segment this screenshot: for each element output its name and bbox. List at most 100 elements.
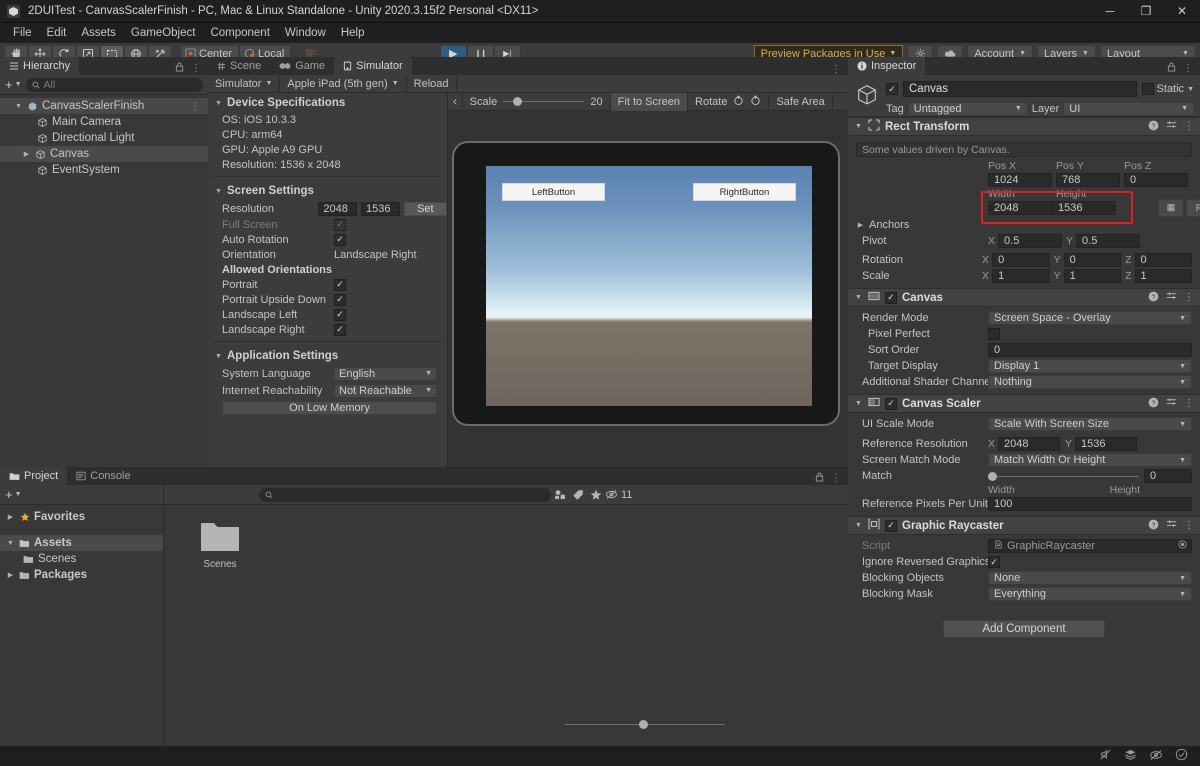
hierarchy-menu-icon[interactable]: ⋮ [191, 63, 201, 74]
gameobject-name-input[interactable]: Canvas [903, 81, 1137, 97]
rotate-cw-icon[interactable] [750, 94, 761, 109]
help-icon[interactable]: ? [1148, 120, 1159, 134]
screen-match-mode-dropdown[interactable]: Match Width Or Height ▼ [988, 453, 1192, 467]
game-left-button[interactable]: LeftButton [502, 183, 605, 201]
asset-zoom-slider[interactable] [565, 718, 725, 730]
blueprint-mode-button[interactable]: ▦ [1158, 198, 1184, 217]
rotate-ccw-icon[interactable] [733, 94, 744, 109]
canvas-scaler-enabled-checkbox[interactable]: ✓ [885, 397, 897, 410]
tab-inspector[interactable]: Inspector [848, 57, 926, 75]
orientation-portrait-upside-checkbox[interactable]: ✓ [334, 293, 346, 306]
mute-audio-icon[interactable] [1099, 748, 1112, 764]
orientation-portrait-checkbox[interactable]: ✓ [334, 278, 346, 291]
tab-console[interactable]: Console [67, 467, 140, 485]
hierarchy-search-input[interactable]: All [25, 77, 203, 92]
target-display-dropdown[interactable]: Display 1 ▼ [988, 359, 1192, 373]
resolution-set-button[interactable]: Set [403, 201, 447, 216]
project-tree-scenes[interactable]: Scenes [0, 551, 163, 567]
scale-slider[interactable] [503, 96, 585, 108]
chevron-right-icon[interactable]: ▶ [22, 150, 31, 158]
canvas-component-header[interactable]: ▼ ✓ Canvas ? ⋮ [848, 288, 1200, 307]
preset-icon[interactable] [1166, 397, 1177, 411]
filter-by-label-icon[interactable] [569, 489, 587, 501]
preset-icon[interactable] [1166, 519, 1177, 533]
rotation-z-input[interactable]: 0 [1134, 253, 1192, 267]
menu-window[interactable]: Window [278, 25, 333, 41]
rect-transform-header[interactable]: ▼ Rect Transform ? ⋮ [848, 117, 1200, 136]
add-component-button[interactable]: Add Component [943, 620, 1105, 638]
sort-order-input[interactable]: 0 [988, 343, 1192, 357]
system-language-dropdown[interactable]: English ▼ [334, 366, 437, 381]
chevron-down-icon[interactable]: ▼ [6, 540, 15, 547]
game-right-button[interactable]: RightButton [693, 183, 796, 201]
orientation-landscape-right-checkbox[interactable]: ✓ [334, 323, 346, 336]
pivot-y-input[interactable]: 0.5 [1076, 234, 1141, 248]
project-lock-icon[interactable] [815, 472, 824, 485]
chevron-down-icon[interactable]: ▼ [854, 294, 863, 301]
preset-icon[interactable] [1166, 291, 1177, 305]
height-input[interactable]: 1536 [1052, 200, 1116, 215]
resolution-height-input[interactable]: 1536 [361, 201, 400, 216]
chevron-down-icon[interactable]: ▼ [854, 400, 863, 407]
tag-dropdown[interactable]: Untagged ▼ [907, 101, 1028, 116]
scale-control[interactable]: Scale 20 [463, 92, 611, 111]
width-input[interactable]: 2048 [988, 200, 1052, 215]
reference-resolution-x-input[interactable]: 2048 [998, 437, 1061, 451]
resolution-width-input[interactable]: 2048 [318, 201, 358, 216]
layers-stack-icon[interactable] [1124, 748, 1137, 764]
create-asset-button[interactable]: + ▼ [5, 487, 22, 502]
pos-x-input[interactable]: 1024 [988, 172, 1052, 187]
maximize-button[interactable]: ❐ [1128, 0, 1164, 23]
rotation-y-input[interactable]: 0 [1063, 253, 1122, 267]
status-ok-icon[interactable] [1175, 748, 1188, 764]
safe-area-toggle[interactable]: Safe Area [769, 92, 833, 111]
favorite-star-icon[interactable] [587, 489, 605, 501]
render-mode-dropdown[interactable]: Screen Space - Overlay ▼ [988, 311, 1192, 325]
anchors-row[interactable]: ▶ Anchors [848, 217, 1200, 233]
help-icon[interactable]: ? [1148, 519, 1159, 533]
tab-simulator[interactable]: Simulator [334, 57, 412, 75]
preset-icon[interactable] [1166, 120, 1177, 134]
component-menu-icon[interactable]: ⋮ [1184, 398, 1194, 409]
tab-scene[interactable]: Scene [208, 57, 271, 75]
chevron-right-icon[interactable]: ▶ [856, 221, 865, 229]
canvas-enabled-checkbox[interactable]: ✓ [885, 291, 897, 304]
help-icon[interactable]: ? [1148, 291, 1159, 305]
scale-y-input[interactable]: 1 [1063, 269, 1122, 283]
close-button[interactable]: ✕ [1164, 0, 1200, 23]
screen-settings-header[interactable]: ▼ Screen Settings [208, 181, 447, 200]
scale-z-input[interactable]: 1 [1134, 269, 1192, 283]
match-slider[interactable] [988, 470, 1138, 482]
chevron-down-icon[interactable]: ▼ [854, 522, 863, 529]
hierarchy-item-eventsystem[interactable]: EventSystem [0, 162, 208, 178]
slider-knob[interactable] [988, 471, 997, 481]
hierarchy-item-canvasscalerfinish[interactable]: ▼ CanvasScalerFinish ⋮ [0, 98, 208, 114]
orientation-landscape-left-checkbox[interactable]: ✓ [334, 308, 346, 321]
hidden-packages-icon[interactable]: 11 [605, 489, 632, 501]
graphic-raycaster-header[interactable]: ▼ ✓ Graphic Raycaster ? ⋮ [848, 516, 1200, 535]
graphic-raycaster-enabled-checkbox[interactable]: ✓ [885, 519, 897, 532]
minimize-button[interactable]: ─ [1092, 0, 1128, 23]
rotation-x-input[interactable]: 0 [992, 253, 1050, 267]
device-dropdown[interactable]: Apple iPad (5th gen) ▼ [280, 75, 407, 93]
fit-to-screen-button[interactable]: Fit to Screen [610, 92, 689, 111]
gameobject-active-checkbox[interactable]: ✓ [886, 83, 898, 95]
chevron-right-icon[interactable]: ▶ [6, 513, 15, 521]
tab-game[interactable]: Game [270, 57, 335, 75]
hidden-objects-icon[interactable] [1149, 749, 1163, 764]
project-tree-packages[interactable]: ▶ Packages [0, 567, 163, 583]
pixel-perfect-checkbox[interactable] [988, 328, 1000, 340]
shader-channels-dropdown[interactable]: Nothing ▼ [988, 375, 1192, 389]
ui-scale-mode-dropdown[interactable]: Scale With Screen Size ▼ [988, 417, 1192, 431]
blocking-objects-dropdown[interactable]: None ▼ [988, 571, 1192, 585]
hierarchy-item-canvas[interactable]: ▶ Canvas [0, 146, 208, 162]
preview-back-button[interactable]: ‹ [448, 92, 463, 111]
asset-folder-scenes[interactable]: Scenes [188, 519, 252, 570]
add-gameobject-button[interactable]: + ▼ [5, 77, 22, 92]
pos-z-input[interactable]: 0 [1124, 172, 1188, 187]
simulator-mode-dropdown[interactable]: Simulator ▼ [208, 75, 281, 93]
chevron-down-icon[interactable]: ▼ [854, 123, 863, 130]
project-tree-assets[interactable]: ▼ Assets [0, 535, 163, 551]
blocking-mask-dropdown[interactable]: Everything ▼ [988, 587, 1192, 601]
scale-x-input[interactable]: 1 [992, 269, 1050, 283]
